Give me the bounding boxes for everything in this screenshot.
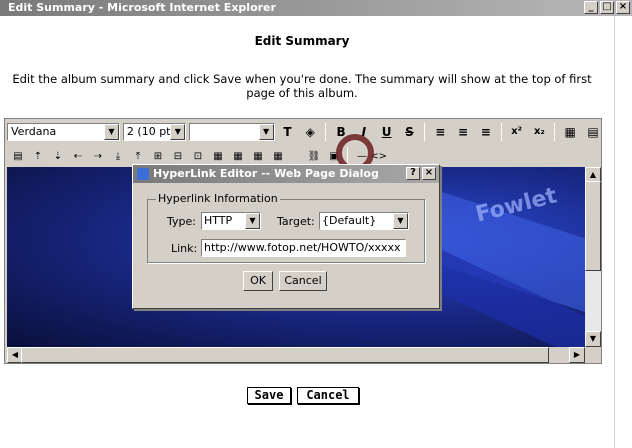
align-center-icon[interactable]: ≡	[453, 122, 473, 142]
strikethrough-button[interactable]: S	[400, 122, 420, 142]
align-right-icon[interactable]: ≡	[476, 122, 496, 142]
chevron-down-icon: ▼	[103, 124, 119, 140]
merge-cells-icon[interactable]: ⊞	[149, 148, 167, 164]
table-properties-icon[interactable]: ▤	[583, 122, 603, 142]
toolbar-divider	[500, 123, 502, 141]
insert-row-below-icon[interactable]: ⇣	[49, 148, 67, 164]
grid-icon[interactable]: ▦	[249, 148, 267, 164]
editor-horizontal-scrollbar[interactable]: ◀ ▶	[7, 347, 585, 363]
grid-icon[interactable]: ▦	[229, 148, 247, 164]
text-color-icon[interactable]: T	[278, 122, 298, 142]
type-select-value: HTTP	[204, 214, 233, 227]
help-button[interactable]: ?	[406, 167, 420, 180]
scroll-down-icon[interactable]: ▼	[585, 331, 601, 347]
cancel-button[interactable]: Cancel	[297, 387, 359, 404]
split-cell-icon[interactable]: ⊟	[169, 148, 187, 164]
dialog-close-button[interactable]: ×	[422, 167, 436, 180]
insert-column-left-icon[interactable]: ⇠	[69, 148, 87, 164]
minimize-button[interactable]: _	[584, 1, 598, 14]
underline-button[interactable]: U	[377, 122, 397, 142]
link-input[interactable]: http://www.fotop.net/HOWTO/xxxxx	[201, 239, 406, 257]
page-scrollbar[interactable]	[614, 16, 632, 448]
subscript-button[interactable]: x₂	[530, 122, 550, 142]
ie-page-icon	[137, 168, 149, 180]
window-titlebar: Edit Summary - Microsoft Internet Explor…	[0, 0, 632, 16]
cell-properties-icon[interactable]: ⊡	[189, 148, 207, 164]
dialog-cancel-button[interactable]: Cancel	[279, 271, 327, 291]
toolbar-divider	[554, 123, 556, 141]
type-label: Type:	[167, 215, 196, 228]
insert-row-above-icon[interactable]: ⇡	[29, 148, 47, 164]
highlight-color-icon[interactable]: ◈	[300, 122, 320, 142]
scroll-right-icon[interactable]: ▶	[569, 347, 585, 363]
description-line-2: page of this album.	[246, 86, 358, 100]
group-label: Hyperlink Information	[156, 192, 280, 205]
target-select[interactable]: {Default} ▼	[319, 212, 409, 230]
insert-column-right-icon[interactable]: ⇢	[89, 148, 107, 164]
chevron-down-icon: ▼	[258, 124, 274, 140]
insert-table-icon[interactable]: ▤	[9, 148, 27, 164]
chevron-down-icon: ▼	[245, 213, 260, 229]
description-line-1: Edit the album summary and click Save wh…	[12, 72, 592, 86]
chevron-down-icon: ▼	[393, 213, 408, 229]
page-title: Edit Summary	[254, 34, 350, 48]
scroll-thumb[interactable]	[585, 181, 601, 271]
hyperlink-icon[interactable]: ⛓	[305, 148, 323, 164]
toolbar-divider	[424, 123, 426, 141]
delete-column-icon[interactable]: ⤒	[129, 148, 147, 164]
toolbar-divider	[325, 123, 327, 141]
table-icon[interactable]: ▦	[560, 122, 580, 142]
browser-window: Edit Summary - Microsoft Internet Explor…	[0, 0, 632, 448]
font-select-value: Verdana	[11, 125, 57, 138]
ok-button[interactable]: OK	[243, 271, 273, 291]
maximize-button[interactable]: □	[600, 1, 614, 14]
align-left-icon[interactable]: ≡	[430, 122, 450, 142]
page-description: Edit the album summary and click Save wh…	[0, 72, 604, 100]
chevron-down-icon: ▼	[170, 124, 186, 140]
delete-row-icon[interactable]: ⤓	[109, 148, 127, 164]
superscript-button[interactable]: x²	[507, 122, 527, 142]
dialog-title: HyperLink Editor -- Web Page Dialog	[153, 167, 379, 180]
grid-icon[interactable]: ▦	[209, 148, 227, 164]
type-select[interactable]: HTTP ▼	[201, 212, 261, 230]
editor-vertical-scrollbar[interactable]: ▲ ▼	[585, 167, 601, 347]
link-label: Link:	[171, 242, 198, 255]
target-select-value: {Default}	[322, 214, 377, 227]
size-select[interactable]: 2 (10 pt) ▼	[122, 123, 187, 141]
close-button[interactable]: ×	[616, 1, 630, 14]
style-select[interactable]: ▼	[189, 123, 275, 141]
font-select[interactable]: Verdana ▼	[7, 123, 120, 141]
size-select-value: 2 (10 pt)	[126, 125, 175, 138]
grid-icon[interactable]: ▦	[269, 148, 287, 164]
save-button[interactable]: Save	[247, 387, 291, 404]
window-title: Edit Summary - Microsoft Internet Explor…	[8, 1, 276, 14]
editor-toolbar-top: Verdana ▼ 2 (10 pt) ▼ ▼ T ◈ B I U S ≡ ≡ …	[5, 119, 603, 145]
dialog-titlebar: HyperLink Editor -- Web Page Dialog ? ×	[133, 165, 439, 183]
target-label: Target:	[277, 215, 315, 228]
scroll-thumb[interactable]	[21, 347, 549, 363]
hyperlink-dialog: HyperLink Editor -- Web Page Dialog ? × …	[132, 164, 440, 309]
